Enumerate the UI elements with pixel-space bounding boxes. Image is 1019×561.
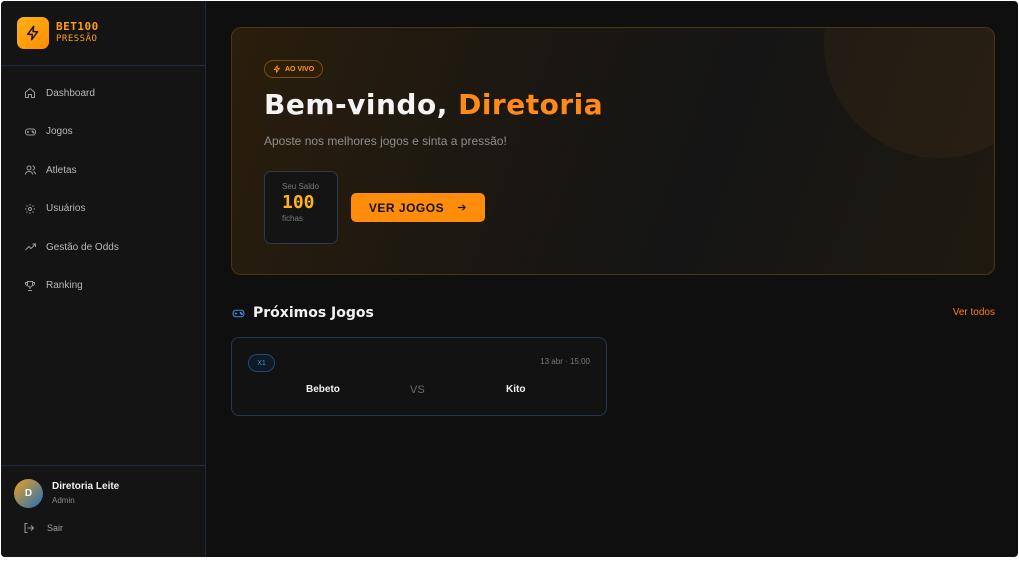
sidebar-item-label: Atletas	[46, 164, 77, 176]
sidebar-item-label: Jogos	[46, 126, 73, 138]
hero-subtitle: Aposte nos melhores jogos e sinta a pres…	[264, 134, 507, 148]
see-games-label: VER JOGOS	[368, 200, 445, 215]
sidebar-footer: D Diretoria Leite Admin Sair	[1, 465, 205, 557]
home-icon	[23, 86, 37, 100]
logout-label: Sair	[47, 523, 64, 533]
gear-icon	[23, 202, 37, 216]
upcoming-games-header: Próximos Jogos Ver todos	[231, 303, 995, 323]
user-profile[interactable]: D Diretoria Leite Admin	[1, 466, 205, 508]
balance-unit: fichas	[282, 214, 303, 223]
title-prefix: Bem-vindo,	[264, 88, 459, 121]
team-b: Kito	[506, 384, 526, 395]
match-type-badge: X1	[248, 354, 275, 372]
brand[interactable]: BET100 PRESSÃO	[1, 1, 205, 66]
lightning-icon	[17, 17, 49, 49]
lightning-icon	[273, 65, 281, 73]
avatar: D	[14, 479, 43, 508]
live-badge: AO VIVO	[264, 60, 324, 78]
welcome-banner: AO VIVO Bem-vindo, Diretoria Aposte nos …	[231, 27, 995, 275]
gamepad-icon	[231, 307, 246, 320]
sidebar-item-label: Ranking	[46, 280, 83, 292]
main-content: AO VIVO Bem-vindo, Diretoria Aposte nos …	[206, 1, 1018, 557]
match-card[interactable]: X1 13 abr · 15:00 Bebeto VS Kito	[231, 337, 607, 416]
sidebar: BET100 PRESSÃO Dashboard Jogos Atletas U…	[1, 1, 206, 557]
balance-value: 100	[282, 192, 315, 213]
title-user-name: Diretoria	[458, 88, 604, 121]
user-role: Admin	[52, 495, 75, 505]
arrow-right-icon	[456, 202, 467, 213]
app-window: BET100 PRESSÃO Dashboard Jogos Atletas U…	[1, 1, 1018, 557]
sidebar-nav: Dashboard Jogos Atletas Usuários Gestão …	[1, 66, 205, 305]
live-badge-label: AO VIVO	[285, 65, 315, 73]
users-icon	[23, 163, 37, 177]
trending-up-icon	[23, 240, 37, 254]
trophy-icon	[23, 279, 37, 293]
see-games-button[interactable]: VER JOGOS	[351, 193, 485, 222]
sidebar-item-dashboard[interactable]: Dashboard	[1, 74, 205, 113]
decorative-circle	[824, 28, 994, 158]
user-name: Diretoria Leite	[52, 480, 120, 492]
sidebar-item-usuarios[interactable]: Usuários	[1, 190, 205, 229]
logout-button[interactable]: Sair	[1, 522, 205, 534]
logout-icon	[23, 522, 35, 534]
sidebar-item-label: Usuários	[46, 203, 86, 215]
gamepad-icon	[23, 125, 37, 139]
sidebar-item-jogos[interactable]: Jogos	[1, 113, 205, 152]
page-title: Bem-vindo, Diretoria	[264, 88, 603, 121]
sidebar-item-label: Dashboard	[46, 87, 95, 99]
sidebar-item-label: Gestão de Odds	[46, 241, 119, 253]
team-a: Bebeto	[306, 384, 340, 395]
versus-label: VS	[410, 384, 425, 396]
match-time: 13 abr · 15:00	[540, 357, 590, 366]
sidebar-item-ranking[interactable]: Ranking	[1, 267, 205, 306]
brand-name: BET100	[56, 20, 99, 33]
balance-card: Seu Saldo 100 fichas	[264, 171, 338, 244]
see-all-link[interactable]: Ver todos	[953, 307, 995, 318]
brand-subtitle: PRESSÃO	[56, 34, 98, 44]
sidebar-item-gestao-de-odds[interactable]: Gestão de Odds	[1, 228, 205, 267]
balance-label: Seu Saldo	[282, 182, 319, 191]
section-title: Próximos Jogos	[253, 305, 374, 321]
sidebar-item-atletas[interactable]: Atletas	[1, 151, 205, 190]
